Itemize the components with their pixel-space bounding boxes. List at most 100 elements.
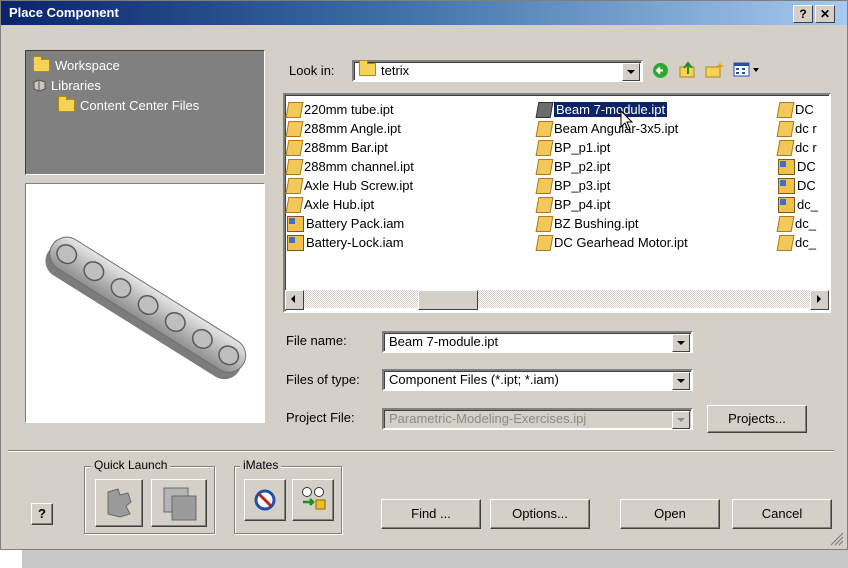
file-name: dc r [795,140,817,155]
list-item[interactable]: dc_ [776,214,816,233]
list-item[interactable]: DC Gearhead Motor.ipt [535,233,688,252]
folder-icon [58,95,75,112]
dialog-title: Place Component [9,5,119,20]
file-name: DC [795,102,814,117]
file-name: Beam Angular-3x5.ipt [554,121,679,136]
scroll-thumb[interactable] [418,290,478,310]
list-item[interactable]: DC [778,176,816,195]
list-item[interactable]: dc_ [776,233,816,252]
assembly-file-icon [778,196,795,213]
part-file-icon [535,101,554,118]
list-item-selected[interactable]: Beam 7-module.ipt [535,100,668,119]
nav-item-workspace[interactable]: Workspace [33,55,120,74]
file-name: BP_p4.ipt [554,197,611,212]
list-item[interactable]: Axle Hub Screw.ipt [285,176,414,195]
assembly-icon [163,487,197,521]
file-name-input[interactable]: Beam 7-module.ipt [382,331,693,353]
help-title-button[interactable]: ? [793,5,813,23]
list-item[interactable]: BP_p2.ipt [535,157,610,176]
part-file-icon [285,177,304,194]
horizontal-scrollbar[interactable] [285,290,829,310]
project-file-dropdown: Parametric-Modeling-Exercises.ipj [382,408,693,430]
folder-icon [33,55,50,72]
part-file-icon [535,196,554,213]
file-name: 288mm Bar.ipt [304,140,388,155]
file-name: DC [797,159,816,174]
open-button[interactable]: Open [620,499,720,529]
separator [8,450,834,452]
nav-item-libraries[interactable]: Libraries [33,76,101,94]
file-name: BP_p1.ipt [554,140,611,155]
list-item[interactable]: BP_p1.ipt [535,138,611,157]
list-item[interactable]: DC [776,100,814,119]
dialog-shadow [22,550,848,568]
list-item[interactable]: BP_p3.ipt [535,176,610,195]
list-item[interactable]: 288mm Angle.ipt [285,119,401,138]
chevron-down-icon[interactable] [672,334,690,352]
list-item[interactable]: 220mm tube.ipt [285,100,394,119]
projects-button[interactable]: Projects... [707,405,807,433]
list-item[interactable]: Axle Hub.ipt [285,195,375,214]
list-item[interactable]: 288mm Bar.ipt [285,138,388,157]
new-folder-icon[interactable] [705,61,724,79]
part-file-icon [776,101,795,118]
list-item[interactable]: Battery Pack.iam [287,214,404,233]
file-name: Axle Hub.ipt [304,197,375,212]
list-item[interactable]: dc_ [778,195,818,214]
nav-item-content-center[interactable]: Content Center Files [58,95,199,114]
find-button[interactable]: Find ... [381,499,481,529]
quick-launch-button-2 [151,479,207,527]
nav-item-label: Libraries [51,77,101,93]
project-file-label: Project File: [286,410,355,425]
file-name: DC Gearhead Motor.ipt [554,235,688,250]
file-name: 288mm channel.ipt [304,159,414,174]
list-item[interactable]: Battery-Lock.iam [287,233,404,252]
part-file-icon [776,120,795,137]
list-item[interactable]: dc r [776,138,817,157]
look-in-value: tetrix [381,63,410,78]
list-item[interactable]: dc r [776,119,817,138]
resize-grip-icon[interactable] [828,530,844,546]
part-file-icon [535,215,554,232]
title-bar[interactable]: Place Component ? ✕ [1,1,847,25]
file-name: BZ Bushing.ipt [554,216,639,231]
list-item[interactable]: BP_p4.ipt [535,195,611,214]
files-of-type-value: Component Files (*.ipt; *.iam) [389,372,559,387]
up-folder-icon[interactable] [679,61,696,79]
list-item[interactable]: 288mm channel.ipt [285,157,414,176]
options-button[interactable]: Options... [490,499,590,529]
list-item[interactable]: Beam Angular-3x5.ipt [535,119,679,138]
help-button[interactable]: ? [31,503,53,525]
part-file-icon [535,234,554,251]
file-name: Beam 7-module.ipt [554,102,668,117]
file-name: Battery-Lock.iam [306,235,404,250]
file-name: dc r [795,121,817,136]
look-in-dropdown[interactable]: tetrix [352,60,643,82]
list-item[interactable]: BZ Bushing.ipt [535,214,639,233]
files-of-type-label: Files of type: [286,372,360,387]
close-button[interactable]: ✕ [815,5,835,23]
quick-launch-button-1 [95,479,143,527]
file-name: dc_ [795,235,816,250]
cancel-button[interactable]: Cancel [732,499,832,529]
chevron-down-icon[interactable] [672,372,690,390]
look-in-label: Look in: [289,63,335,78]
component-preview [25,183,265,423]
scroll-left-button[interactable] [285,290,304,310]
imates-interactive-button[interactable] [292,479,334,521]
list-item[interactable]: DC [778,157,816,176]
part-file-icon [285,120,304,137]
view-menu-icon[interactable] [733,62,760,78]
interactive-imates-icon [302,487,326,510]
quick-launch-label: Quick Launch [91,458,171,472]
chevron-down-icon[interactable] [622,63,640,81]
assembly-file-icon [287,234,304,251]
file-name: Battery Pack.iam [306,216,405,231]
no-imates-icon [254,489,276,511]
scroll-right-button[interactable] [810,290,829,310]
files-of-type-dropdown[interactable]: Component Files (*.ipt; *.iam) [382,369,693,391]
file-name: DC [797,178,816,193]
imates-no-button[interactable] [244,479,286,521]
file-name: Axle Hub Screw.ipt [304,178,414,193]
back-icon[interactable] [652,62,669,79]
